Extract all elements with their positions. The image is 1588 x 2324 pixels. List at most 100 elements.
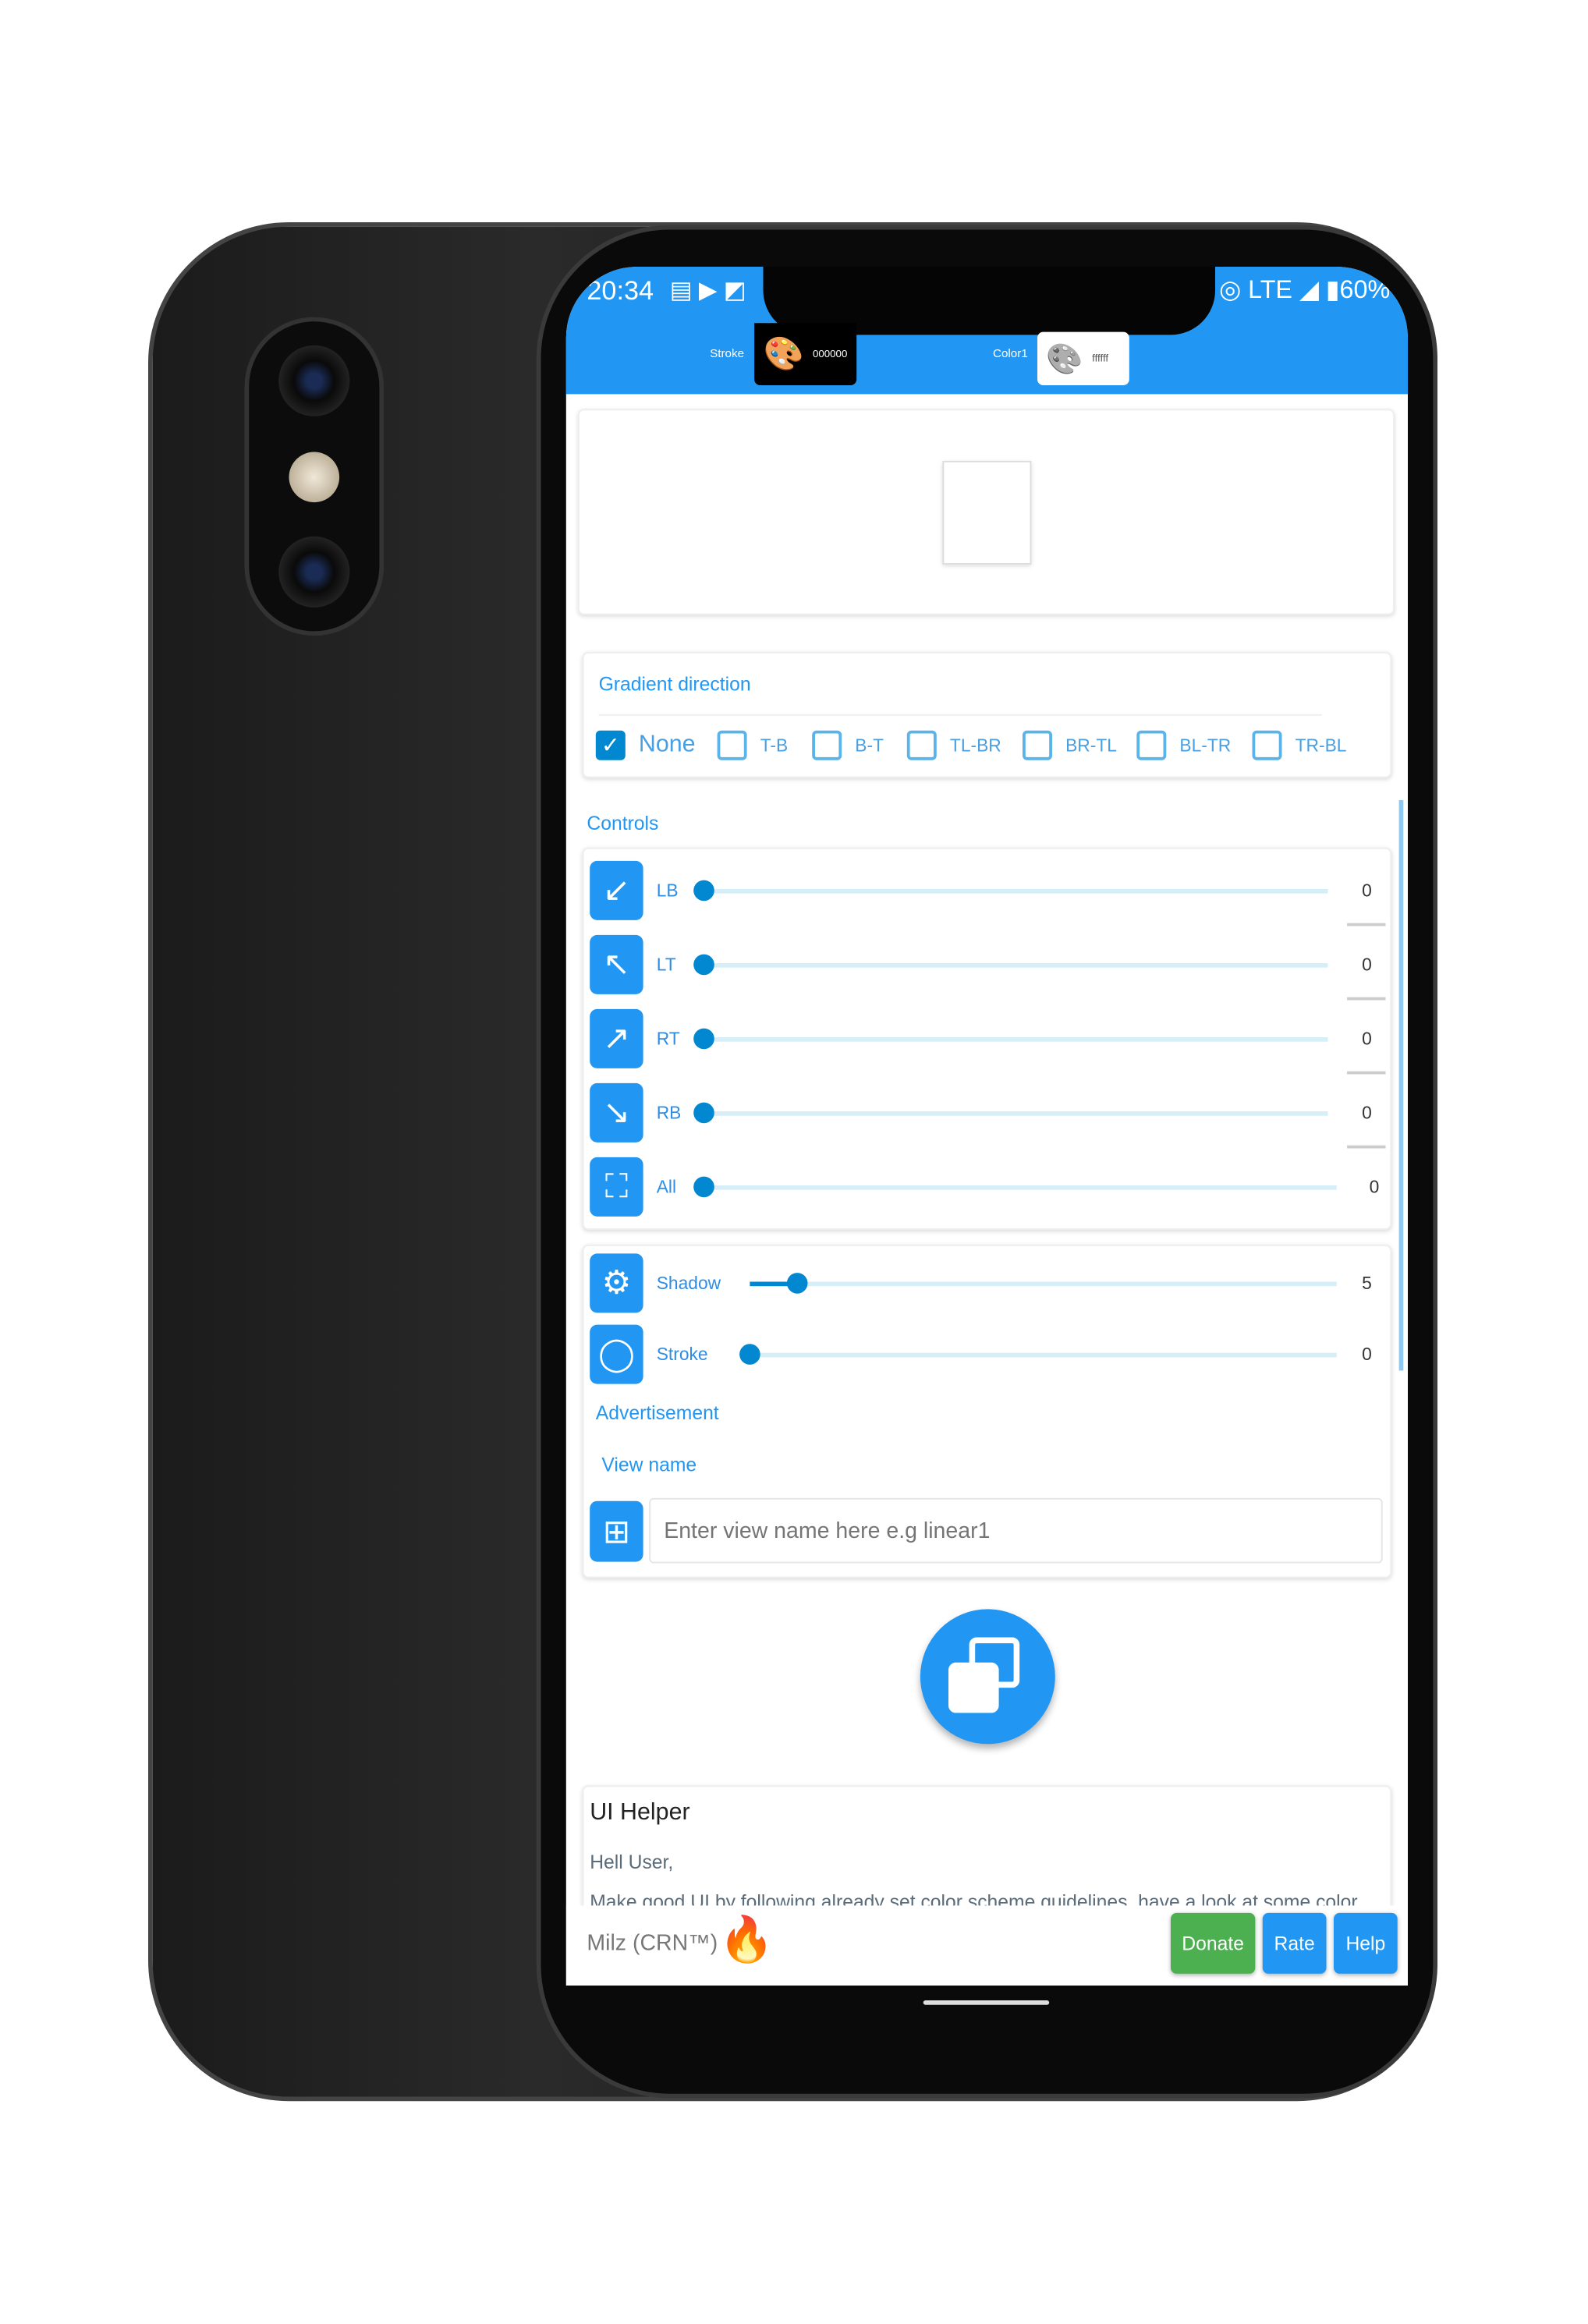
checkbox-label: T-B bbox=[760, 735, 789, 756]
scrollbar[interactable] bbox=[1398, 800, 1404, 1371]
grid-icon: ⊞ bbox=[590, 1500, 643, 1562]
camera-flash bbox=[289, 452, 340, 503]
value-underline bbox=[1347, 1145, 1386, 1149]
brightness-icon: ⚙ bbox=[590, 1253, 643, 1313]
camera-lens bbox=[278, 536, 350, 608]
checkbox[interactable] bbox=[1136, 730, 1167, 760]
checkbox[interactable] bbox=[906, 730, 937, 760]
slider-thumb[interactable] bbox=[693, 954, 714, 976]
helper-title: UI Helper bbox=[590, 1800, 690, 1826]
shadow-slider[interactable] bbox=[750, 1281, 1337, 1287]
palette-icon: 🎨 bbox=[1046, 342, 1083, 376]
checkbox-label: None bbox=[638, 732, 696, 757]
gradient-direction-title: Gradient direction bbox=[598, 672, 751, 696]
copy-button[interactable] bbox=[920, 1609, 1055, 1745]
stroke-slider[interactable] bbox=[750, 1352, 1337, 1358]
gradient-option-none[interactable]: ✓ None bbox=[595, 730, 696, 760]
camera-lens bbox=[278, 345, 350, 416]
control-value: 0 bbox=[1362, 1028, 1372, 1050]
preview-card bbox=[578, 409, 1395, 615]
gradient-options: ✓ None T-B B-T TL-BR BR-TL BL-TR TR-BL bbox=[595, 730, 1381, 767]
control-label: All bbox=[656, 1176, 677, 1198]
palette-icon: 🎨 bbox=[763, 335, 804, 372]
help-button[interactable]: Help bbox=[1334, 1912, 1398, 1974]
control-row-rb: ↘ RB 0 bbox=[590, 1082, 1390, 1149]
home-indicator[interactable] bbox=[923, 2000, 1050, 2005]
control-label: LB bbox=[656, 880, 679, 902]
control-row-all: ⛶ All 0 bbox=[590, 1157, 1390, 1217]
divider bbox=[598, 714, 1322, 716]
stroke-color-button[interactable]: 🎨 000000 bbox=[754, 323, 857, 385]
gradient-direction-card: Gradient direction ✓ None T-B B-T TL-BR BR-TL… bbox=[582, 652, 1392, 778]
color1-label: Color1 bbox=[993, 346, 1028, 360]
camera-module bbox=[244, 317, 385, 636]
control-row-lt: ↖ LT 0 bbox=[590, 934, 1390, 1001]
control-label: LT bbox=[656, 954, 676, 976]
control-slider[interactable] bbox=[702, 1185, 1337, 1190]
slider-thumb[interactable] bbox=[693, 1102, 714, 1124]
rate-button[interactable]: Rate bbox=[1262, 1912, 1327, 1974]
control-slider[interactable] bbox=[702, 1037, 1328, 1042]
checkbox-label: BR-TL bbox=[1065, 735, 1117, 756]
app-screen: 20:34 ▤ ▶ ◩ ◎ LTE ◢ ▮60% Stroke 🎨 000000 … bbox=[565, 267, 1408, 1986]
color1-button[interactable]: 🎨 ffffff bbox=[1037, 331, 1129, 385]
stroke-slider-thumb[interactable] bbox=[739, 1344, 760, 1365]
advertisement-label: Advertisement bbox=[595, 1401, 719, 1424]
controls-title: Controls bbox=[587, 812, 659, 834]
shadow-value: 5 bbox=[1362, 1273, 1372, 1294]
donate-button[interactable]: Donate bbox=[1171, 1912, 1256, 1974]
arrow-up-left-icon: ↖ bbox=[590, 934, 643, 994]
shadow-slider-thumb[interactable] bbox=[786, 1273, 807, 1294]
arrow-down-right-icon: ↘ bbox=[590, 1082, 643, 1143]
stroke-circle-icon: ◯ bbox=[590, 1324, 643, 1384]
gradient-option-t-b[interactable]: T-B bbox=[717, 730, 789, 760]
gradient-option-bl-tr[interactable]: BL-TR bbox=[1136, 730, 1232, 760]
checkbox-label: TR-BL bbox=[1295, 735, 1347, 756]
checkbox[interactable] bbox=[812, 730, 842, 760]
stroke-value: 0 bbox=[1362, 1344, 1372, 1365]
checkbox[interactable]: ✓ bbox=[595, 730, 626, 760]
control-slider[interactable] bbox=[702, 889, 1328, 894]
control-slider[interactable] bbox=[702, 1111, 1328, 1116]
slider-thumb[interactable] bbox=[693, 1028, 714, 1050]
footer-bar: Milz (CRN™) 🔥 Donate Rate Help bbox=[565, 1905, 1408, 1986]
signal-icon: ◢ ▮ bbox=[1292, 275, 1340, 304]
controls-card: ↙ LB 0 ↖ LT 0 ↗ RT 0 ↘ RB 0 ⛶ All 0 bbox=[582, 847, 1392, 1230]
shadow-row: ⚙ Shadow 5 bbox=[590, 1253, 1390, 1313]
checkbox-label: BL-TR bbox=[1179, 735, 1232, 756]
view-name-input[interactable] bbox=[649, 1497, 1383, 1564]
stroke-label: Stroke bbox=[710, 346, 745, 360]
checkbox[interactable] bbox=[1023, 730, 1052, 760]
gradient-option-br-tl[interactable]: BR-TL bbox=[1023, 730, 1117, 760]
gradient-option-tr-bl[interactable]: TR-BL bbox=[1252, 730, 1347, 760]
status-time: 20:34 bbox=[587, 275, 654, 306]
brand-label: Milz (CRN™) bbox=[587, 1930, 718, 1956]
fullscreen-icon: ⛶ bbox=[590, 1157, 643, 1217]
checkbox[interactable] bbox=[1252, 730, 1282, 760]
value-underline bbox=[1347, 997, 1386, 1001]
control-value: 0 bbox=[1362, 1102, 1372, 1124]
slider-thumb[interactable] bbox=[693, 1176, 714, 1198]
notification-icons: ▤ ▶ ◩ bbox=[669, 278, 746, 304]
value-underline bbox=[1347, 923, 1386, 926]
status-right: ◎ LTE ◢ ▮60% bbox=[1218, 275, 1391, 304]
checkbox-label: TL-BR bbox=[949, 735, 1001, 756]
control-row-rt: ↗ RT 0 bbox=[590, 1008, 1390, 1075]
gradient-option-b-t[interactable]: B-T bbox=[812, 730, 884, 760]
checkbox[interactable] bbox=[717, 730, 747, 760]
control-row-lb: ↙ LB 0 bbox=[590, 860, 1390, 926]
control-label: RB bbox=[656, 1102, 682, 1124]
hotspot-icon: ◎ bbox=[1218, 275, 1249, 304]
control-value: 0 bbox=[1362, 880, 1372, 902]
arrow-up-right-icon: ↗ bbox=[590, 1008, 643, 1068]
control-label: RT bbox=[656, 1028, 680, 1050]
gradient-option-tl-br[interactable]: TL-BR bbox=[906, 730, 1001, 760]
fire-icon: 🔥 bbox=[718, 1915, 775, 1965]
slider-thumb[interactable] bbox=[693, 880, 714, 902]
view-name-label: View name bbox=[601, 1453, 697, 1476]
stroke-row: ◯ Stroke 0 bbox=[590, 1324, 1390, 1384]
arrow-down-left-icon: ↙ bbox=[590, 860, 643, 920]
checkbox-label: B-T bbox=[855, 735, 884, 756]
status-bar: 20:34 ▤ ▶ ◩ ◎ LTE ◢ ▮60% Stroke 🎨 000000 … bbox=[565, 267, 1408, 395]
control-slider[interactable] bbox=[702, 963, 1328, 968]
